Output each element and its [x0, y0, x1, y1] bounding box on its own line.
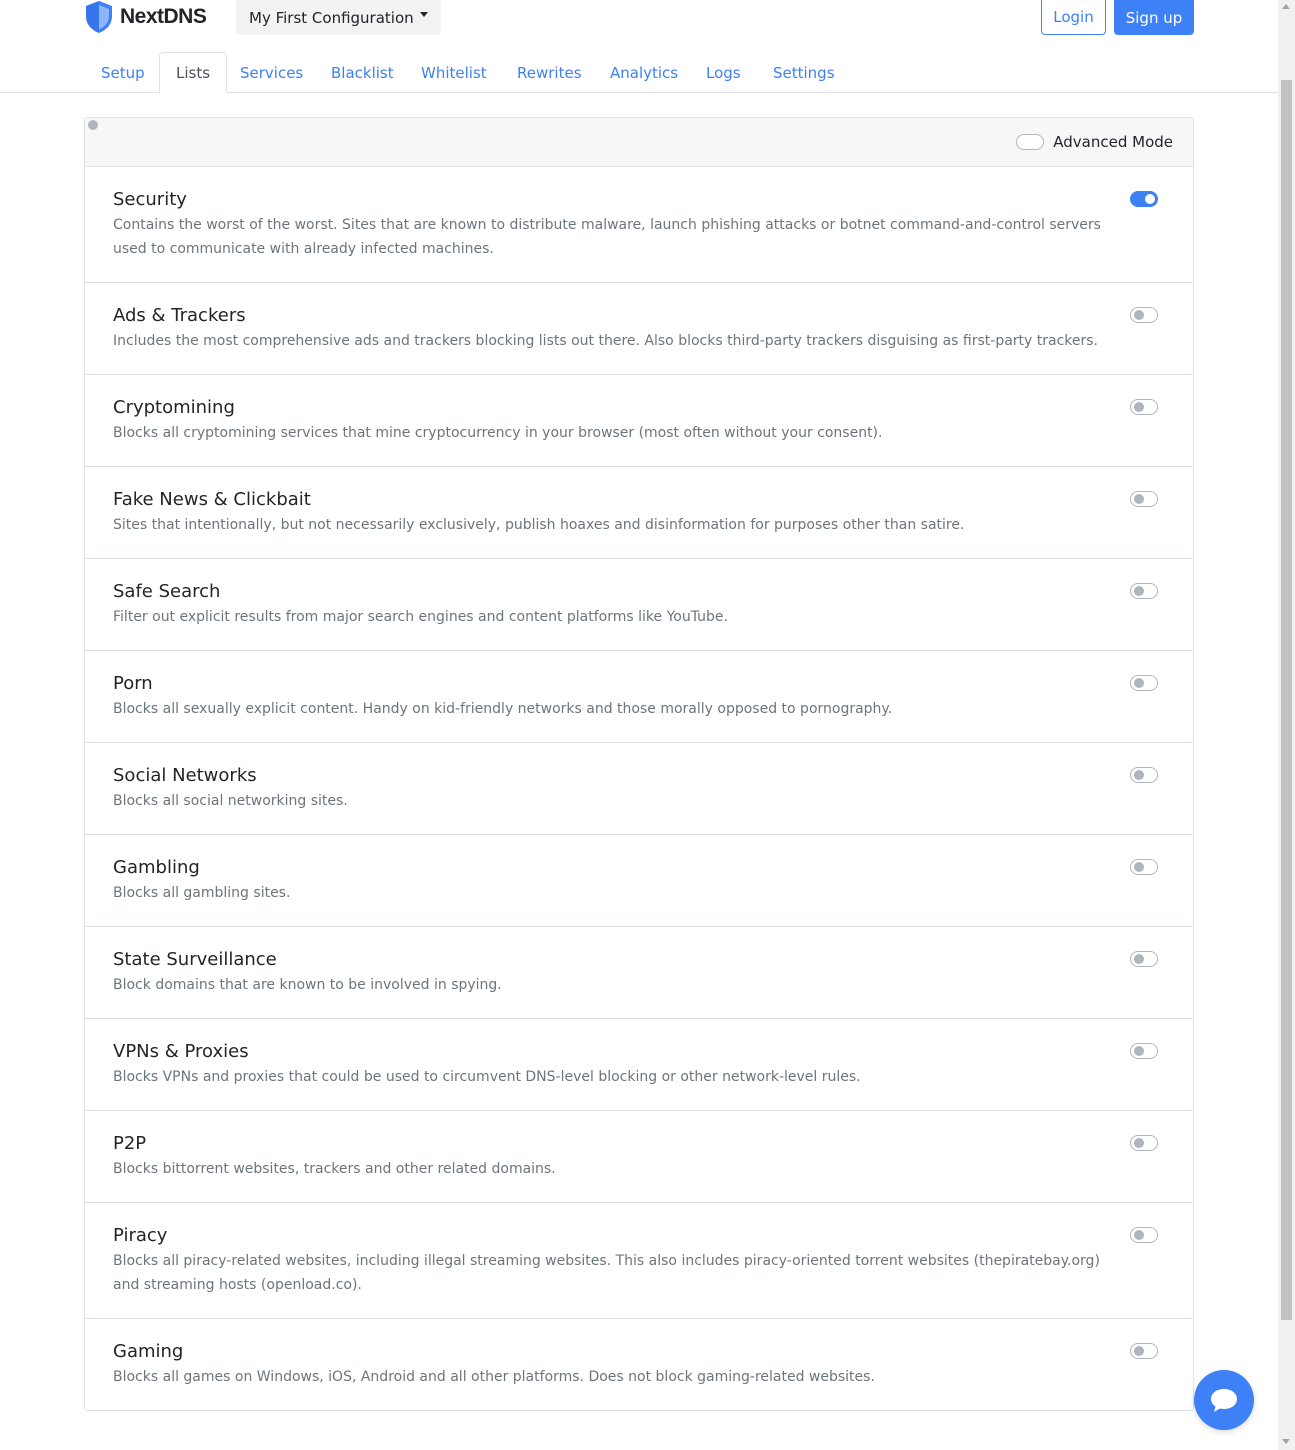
list-title: Fake News & Clickbait [113, 489, 311, 510]
piracy-toggle[interactable] [1130, 1227, 1158, 1243]
list-description: Blocks bittorrent websites, trackers and… [113, 1161, 556, 1177]
list-title: Social Networks [113, 765, 257, 786]
list-title: Safe Search [113, 581, 221, 602]
scroll-down-arrow-icon[interactable] [1282, 1439, 1290, 1444]
list-description: Blocks all games on Windows, iOS, Androi… [113, 1369, 875, 1385]
nav-tabs: Setup Lists Services Blacklist Whitelist… [0, 52, 1278, 93]
fake-news-toggle[interactable] [1130, 491, 1158, 507]
login-button[interactable]: Login [1041, 0, 1106, 35]
list-title: P2P [113, 1133, 147, 1154]
list-item-p2p: P2P Blocks bittorrent websites, trackers… [85, 1111, 1193, 1203]
list-title: Gambling [113, 857, 200, 878]
toggle-knob [1134, 770, 1144, 780]
page: NextDNS My First Configuration Login Sig… [0, 0, 1278, 1450]
shield-icon [86, 1, 112, 33]
list-title: Ads & Trackers [113, 305, 246, 326]
tab-settings[interactable]: Settings [757, 52, 851, 93]
advanced-mode-label: Advanced Mode [1053, 133, 1173, 151]
scrollbar-thumb[interactable] [1281, 80, 1292, 1320]
list-item-cryptomining: Cryptomining Blocks all cryptomining ser… [85, 375, 1193, 467]
list-title: Piracy [113, 1225, 168, 1246]
scroll-up-arrow-icon[interactable] [1282, 4, 1290, 9]
tab-logs[interactable]: Logs [690, 52, 757, 93]
list-item-ads-trackers: Ads & Trackers Includes the most compreh… [85, 283, 1193, 375]
chat-button[interactable] [1194, 1370, 1254, 1430]
list-item-gambling: Gambling Blocks all gambling sites. [85, 835, 1193, 927]
configuration-name: My First Configuration [249, 8, 414, 27]
list-title: VPNs & Proxies [113, 1041, 249, 1062]
list-item-porn: Porn Blocks all sexually explicit conten… [85, 651, 1193, 743]
list-description: Filter out explicit results from major s… [113, 609, 728, 625]
list-item-vpns-proxies: VPNs & Proxies Blocks VPNs and proxies t… [85, 1019, 1193, 1111]
social-networks-toggle[interactable] [1130, 767, 1158, 783]
card-header: Advanced Mode [85, 118, 1193, 167]
list-item-social-networks: Social Networks Blocks all social networ… [85, 743, 1193, 835]
list-title: Cryptomining [113, 397, 235, 418]
list-item-gaming: Gaming Blocks all games on Windows, iOS,… [85, 1319, 1193, 1410]
brand-name: NextDNS [120, 5, 207, 28]
list-item-safe-search: Safe Search Filter out explicit results … [85, 559, 1193, 651]
list-title: Gaming [113, 1341, 184, 1362]
list-title: State Surveillance [113, 949, 277, 970]
safe-search-toggle[interactable] [1130, 583, 1158, 599]
toggle-knob [1134, 1046, 1144, 1056]
vpns-proxies-toggle[interactable] [1130, 1043, 1158, 1059]
toggle-knob [1134, 1230, 1144, 1240]
list-item-state-surveillance: State Surveillance Block domains that ar… [85, 927, 1193, 1019]
signup-button[interactable]: Sign up [1114, 0, 1194, 35]
list-description: Blocks all sexually explicit content. Ha… [113, 701, 893, 717]
caret-down-icon [419, 12, 428, 17]
toggle-knob [1134, 862, 1144, 872]
security-toggle[interactable] [1130, 191, 1158, 207]
list-item-piracy: Piracy Blocks all piracy-related website… [85, 1203, 1193, 1319]
list-title: Porn [113, 673, 153, 694]
toggle-knob [1134, 954, 1144, 964]
brand-logo[interactable]: NextDNS [84, 0, 207, 34]
toggle-knob [1134, 402, 1144, 412]
gambling-toggle[interactable] [1130, 859, 1158, 875]
cryptomining-toggle[interactable] [1130, 399, 1158, 415]
list-description: Blocks VPNs and proxies that could be us… [113, 1069, 861, 1085]
tab-lists[interactable]: Lists [159, 52, 228, 93]
gaming-toggle[interactable] [1130, 1343, 1158, 1359]
list-item-security: Security Contains the worst of the worst… [85, 167, 1193, 283]
tab-whitelist[interactable]: Whitelist [405, 52, 503, 93]
list-description: Block domains that are known to be invol… [113, 977, 502, 993]
toggle-knob [88, 120, 98, 130]
list-item-fake-news: Fake News & Clickbait Sites that intenti… [85, 467, 1193, 559]
list-description: Includes the most comprehensive ads and … [113, 333, 1099, 349]
list-title: Security [113, 189, 187, 210]
advanced-mode-toggle[interactable] [88, 120, 1045, 150]
list-description: Sites that intentionally, but not necess… [113, 517, 965, 533]
tab-rewrites[interactable]: Rewrites [501, 52, 598, 93]
porn-toggle[interactable] [1130, 675, 1158, 691]
tab-analytics[interactable]: Analytics [594, 52, 694, 93]
list-description: Blocks all cryptomining services that mi… [113, 425, 883, 441]
lists-card: Advanced Mode Security Contains the wors… [84, 117, 1194, 1411]
toggle-knob [1134, 678, 1144, 688]
toggle-knob [1145, 194, 1155, 204]
list-description: Blocks all social networking sites. [113, 793, 348, 809]
state-surveillance-toggle[interactable] [1130, 951, 1158, 967]
tab-blacklist[interactable]: Blacklist [315, 52, 410, 93]
toggle-knob [1134, 494, 1144, 504]
toggle-knob [1134, 1138, 1144, 1148]
p2p-toggle[interactable] [1130, 1135, 1158, 1151]
toggle-knob [1134, 586, 1144, 596]
tab-services[interactable]: Services [224, 52, 319, 93]
list-description: Blocks all gambling sites. [113, 885, 291, 901]
tab-setup[interactable]: Setup [85, 52, 161, 93]
list-description: Contains the worst of the worst. Sites t… [113, 217, 1101, 257]
toggle-knob [1134, 1346, 1144, 1356]
ads-trackers-toggle[interactable] [1130, 307, 1158, 323]
toggle-knob [1134, 310, 1144, 320]
chat-bubble-icon [1211, 1389, 1237, 1412]
configuration-dropdown[interactable]: My First Configuration [236, 0, 441, 35]
list-description: Blocks all piracy-related websites, incl… [113, 1253, 1100, 1293]
